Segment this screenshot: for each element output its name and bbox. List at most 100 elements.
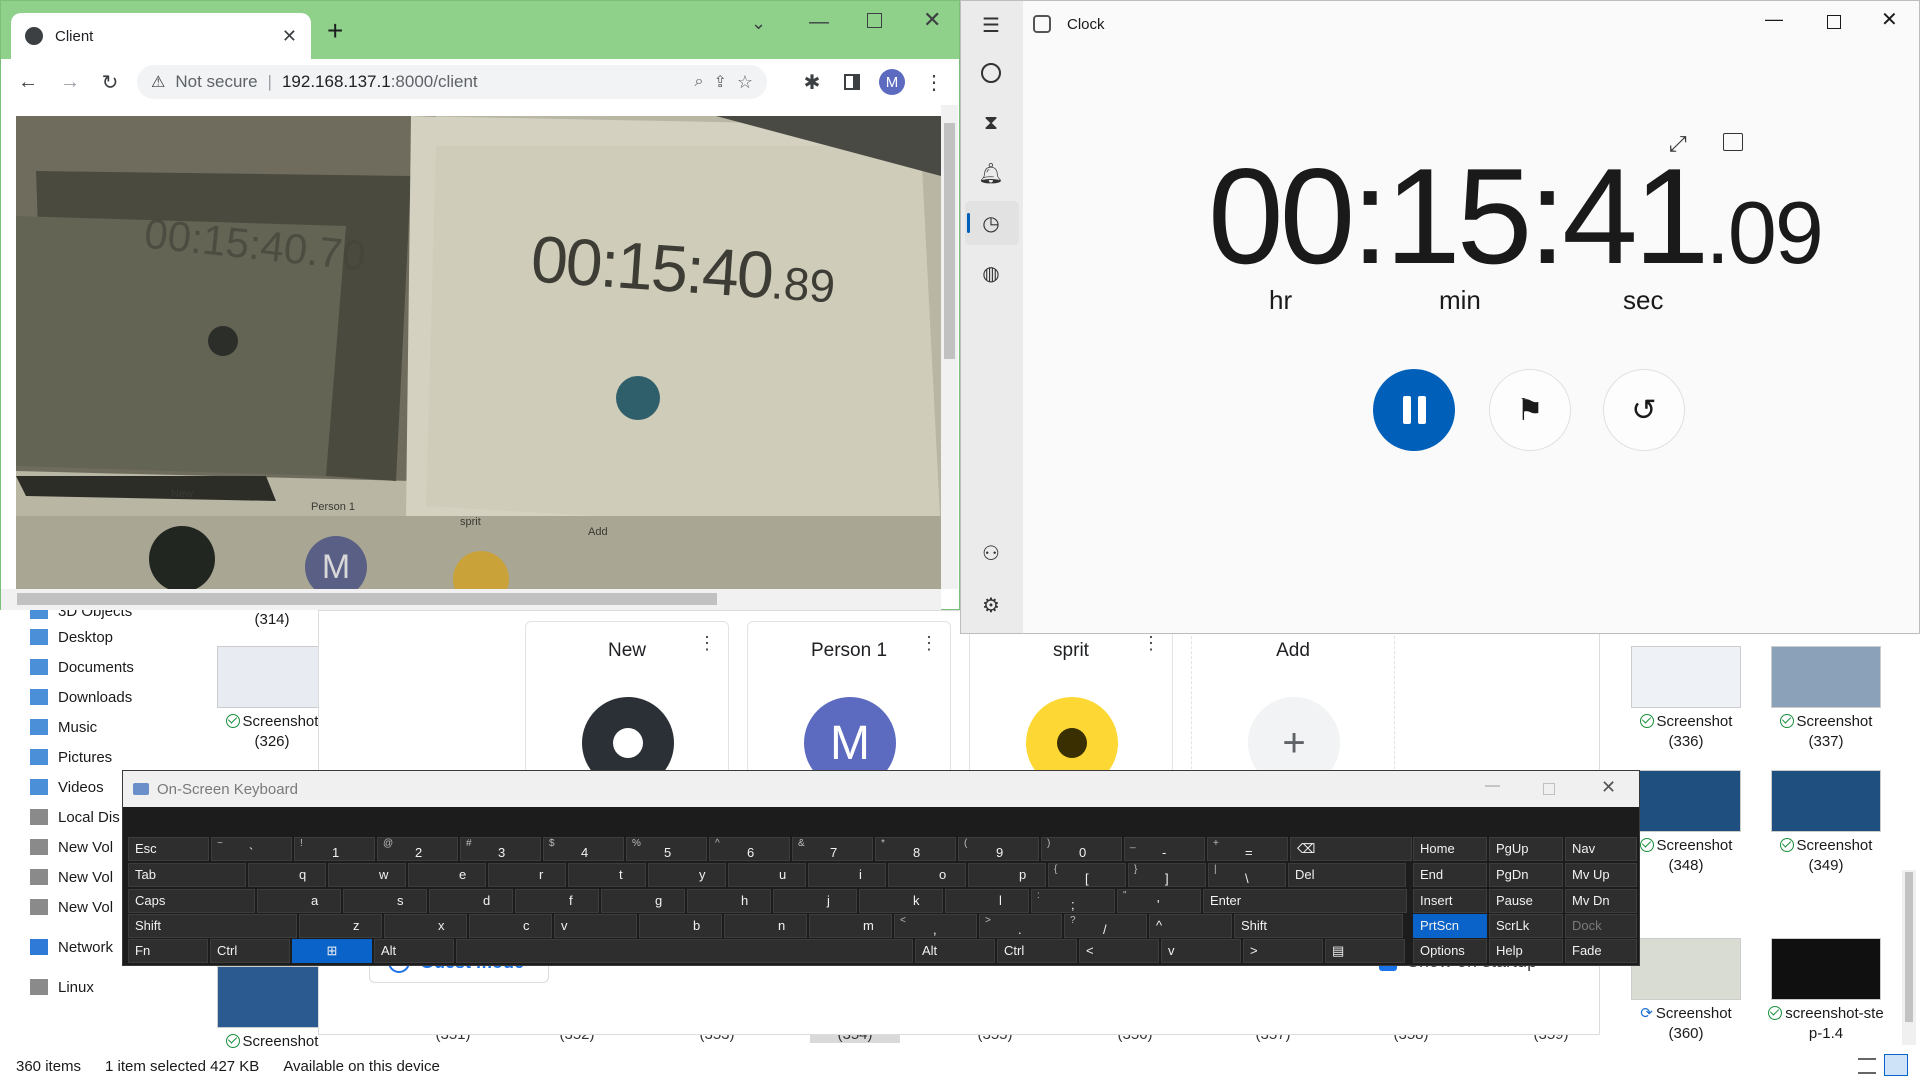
key[interactable]: ⊞ xyxy=(292,939,372,963)
key[interactable]: u xyxy=(728,863,806,887)
nav-item[interactable]: Local Dis xyxy=(30,802,120,832)
key[interactable]: PgUp xyxy=(1489,837,1563,861)
nav-item[interactable]: Documents xyxy=(30,652,134,682)
key[interactable]: PgDn xyxy=(1489,863,1563,887)
nav-item[interactable]: New Vol xyxy=(30,892,113,922)
nav-item[interactable]: New Vol xyxy=(30,862,113,892)
world-clock-icon[interactable]: ◍ xyxy=(977,259,1005,287)
key[interactable]: & 7 xyxy=(792,837,873,861)
key[interactable]: e xyxy=(408,863,486,887)
key[interactable]: s xyxy=(343,889,427,913)
key[interactable]: }] xyxy=(1128,863,1206,887)
lap-button[interactable]: ⚑ xyxy=(1489,369,1571,451)
key[interactable]: n xyxy=(724,914,807,938)
profile-card[interactable]: New ⋮ xyxy=(525,621,729,789)
key[interactable]: h xyxy=(687,889,771,913)
nav-item[interactable]: New Vol xyxy=(30,832,113,862)
url-text[interactable]: 192.168.137.1:8000/client xyxy=(282,72,478,92)
key[interactable]: {[ xyxy=(1048,863,1126,887)
profile-menu-icon[interactable]: ⋮ xyxy=(698,634,716,652)
share-icon[interactable]: ⇪ xyxy=(713,72,726,92)
profile-avatar[interactable]: M xyxy=(879,69,905,95)
large-icons-view-icon[interactable] xyxy=(1884,1054,1908,1076)
key[interactable]: Home xyxy=(1413,837,1487,861)
key[interactable]: ? / xyxy=(1064,914,1147,938)
key[interactable]: End xyxy=(1413,863,1487,887)
key[interactable]: Shift xyxy=(128,914,297,938)
file-item[interactable]: Screenshot (326) xyxy=(212,646,332,752)
profile-card[interactable]: sprit ⋮ xyxy=(969,621,1173,789)
key[interactable]: ▤ xyxy=(1325,939,1405,963)
key[interactable]: Alt xyxy=(374,939,454,963)
key[interactable]: z xyxy=(299,914,382,938)
key[interactable]: c xyxy=(469,914,552,938)
vertical-scroll-thumb[interactable] xyxy=(944,123,955,359)
key[interactable]: Insert xyxy=(1413,889,1487,913)
maximize-button[interactable] xyxy=(1543,783,1555,795)
focus-sessions-icon[interactable] xyxy=(977,59,1005,87)
maximize-button[interactable] xyxy=(867,13,882,28)
nav-item[interactable]: Downloads xyxy=(30,682,132,712)
key[interactable]: t xyxy=(568,863,646,887)
address-bar[interactable]: ⚠ Not secure | 192.168.137.1:8000/client… xyxy=(137,65,767,99)
key[interactable]: Help xyxy=(1489,939,1563,963)
key[interactable]: i xyxy=(808,863,886,887)
bookmark-star-icon[interactable]: ☆ xyxy=(737,72,753,93)
key[interactable]: * 8 xyxy=(875,837,956,861)
key[interactable]: + = xyxy=(1207,837,1288,861)
key[interactable]: :; xyxy=(1031,889,1115,913)
close-window-button[interactable]: ✕ xyxy=(1601,777,1616,798)
key[interactable]: $4 xyxy=(543,837,624,861)
file-item[interactable]: ⟳ Screenshot (360) xyxy=(1626,938,1746,1044)
key[interactable]: | \ xyxy=(1208,863,1286,887)
alarm-icon[interactable]: 🔔︎ xyxy=(977,159,1005,187)
key[interactable]: Nav xyxy=(1565,837,1637,861)
key[interactable]: b xyxy=(639,914,722,938)
file-item[interactable]: (314) xyxy=(212,610,332,630)
key[interactable]: Esc xyxy=(128,837,209,861)
key[interactable]: j xyxy=(773,889,857,913)
file-item[interactable]: Screenshot (337) xyxy=(1766,646,1886,752)
key[interactable]: o xyxy=(888,863,966,887)
tab-search-icon[interactable]: ⌄ xyxy=(751,13,766,34)
key[interactable]: Ctrl xyxy=(997,939,1077,963)
key[interactable]: Enter xyxy=(1203,889,1407,913)
browser-tab[interactable]: Client ✕ xyxy=(11,13,311,59)
key[interactable]: ^ 6 xyxy=(709,837,790,861)
key[interactable]: PrtScn xyxy=(1413,914,1487,938)
side-panel-icon[interactable] xyxy=(839,69,865,95)
key[interactable]: r xyxy=(488,863,566,887)
key[interactable]: (9 xyxy=(958,837,1039,861)
key[interactable]: Mv Dn xyxy=(1565,889,1637,913)
key[interactable]: % 5 xyxy=(626,837,707,861)
horizontal-scroll-thumb[interactable] xyxy=(17,593,717,605)
file-item[interactable]: screenshot-ste p-1.4 xyxy=(1766,938,1886,1044)
key[interactable]: ^ xyxy=(1149,914,1232,938)
key[interactable]: Options xyxy=(1413,939,1487,963)
reload-icon[interactable]: ↻ xyxy=(97,69,123,95)
stopwatch-nav-item[interactable]: ◷ xyxy=(965,201,1019,245)
profile-card[interactable]: Person 1 ⋮ M xyxy=(747,621,951,789)
key[interactable]: y xyxy=(648,863,726,887)
maximize-button[interactable] xyxy=(1827,15,1841,29)
page-horizontal-scrollbar[interactable] xyxy=(1,589,941,610)
key[interactable]: v xyxy=(554,914,637,938)
key[interactable]: Shift xyxy=(1234,914,1403,938)
key[interactable]: x xyxy=(384,914,467,938)
key[interactable]: Pause xyxy=(1489,889,1563,913)
explorer-scrollbar[interactable] xyxy=(1902,870,1916,1045)
key[interactable]: g xyxy=(601,889,685,913)
key[interactable]: Del xyxy=(1288,863,1406,887)
key[interactable]: < xyxy=(1079,939,1159,963)
minimize-button[interactable]: — xyxy=(1485,777,1500,794)
file-item[interactable]: Screenshot (348) xyxy=(1626,770,1746,876)
add-profile-card[interactable]: Add + xyxy=(1191,621,1395,789)
new-tab-button[interactable]: + xyxy=(327,17,343,45)
profile-menu-icon[interactable]: ⋮ xyxy=(1142,634,1160,652)
key[interactable]: ! 1 xyxy=(294,837,375,861)
key[interactable]: q xyxy=(248,863,326,887)
profile-menu-icon[interactable]: ⋮ xyxy=(920,634,938,652)
key[interactable]: ) 0 xyxy=(1041,837,1122,861)
reset-button[interactable]: ↺ xyxy=(1603,369,1685,451)
security-label[interactable]: Not secure xyxy=(175,72,257,92)
